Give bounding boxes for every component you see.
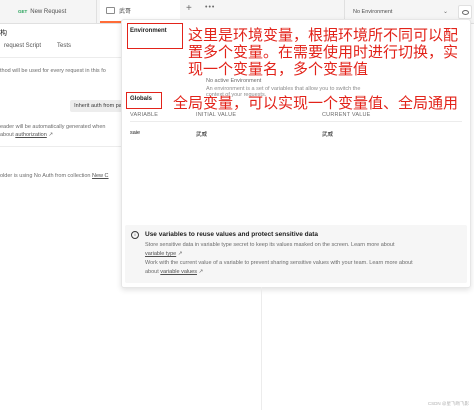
divider: [0, 57, 124, 58]
table-cell-current-value[interactable]: 武威: [322, 130, 333, 138]
panel-divider: [261, 287, 262, 410]
chevron-down-icon: ⌄: [442, 9, 448, 15]
tab-pre-request-script[interactable]: request Script: [4, 43, 41, 55]
auth-description: thod will be used for every request in t…: [0, 68, 106, 74]
divider: [0, 146, 124, 147]
tab-label: 武哥: [119, 9, 132, 15]
globals-highlight-box: [126, 92, 162, 109]
page-title: 构: [0, 30, 7, 37]
no-auth-note: older is using No Auth from collection N…: [0, 173, 109, 179]
request-method-badge: GET: [18, 9, 28, 14]
environment-highlight-box: [127, 23, 183, 49]
header-note: eader will be automatically generated wh…: [0, 124, 106, 130]
folder-icon: [106, 7, 115, 14]
column-header-initial-value: INITIAL VALUE: [196, 112, 237, 118]
authorization-note: about authorization ↗: [0, 132, 53, 138]
variables-info-banner: i Use variables to reuse values and prot…: [125, 225, 467, 283]
environment-quick-look-eye-icon[interactable]: [458, 5, 472, 19]
table-cell-initial-value[interactable]: 武威: [196, 130, 207, 138]
no-active-environment-text: No active Environment: [206, 78, 262, 84]
table-cell-variable[interactable]: saie: [130, 130, 140, 136]
info-link-row: variable type ↗: [145, 251, 182, 257]
environment-annotation: 这里是环境变量，根据环境所不同可以配 置多个变量。在需要使用时进行切换，实 现一…: [188, 27, 458, 77]
tab-new-request[interactable]: GET New Request: [12, 0, 97, 23]
info-text: Work with the current value of a variabl…: [145, 260, 413, 266]
table-divider: [130, 121, 462, 122]
variable-type-link[interactable]: variable type: [145, 251, 176, 257]
column-header-variable: VARIABLE: [130, 112, 159, 118]
annotation-line: 这里是环境变量，根据环境所不同可以配: [188, 26, 459, 44]
auth-type-label: Inherit auth from pa: [74, 103, 122, 109]
environment-selector-value: No Environment: [353, 8, 393, 15]
info-title: Use variables to reuse values and protec…: [145, 231, 319, 238]
annotation-line: 现一个变量名，多个变量值: [188, 59, 369, 78]
new-tab-button[interactable]: +: [186, 3, 192, 14]
info-text: Store sensitive data in variable type se…: [145, 242, 395, 248]
external-link-icon: ↗: [196, 269, 204, 275]
authorization-link[interactable]: authorization: [15, 132, 47, 138]
tab-label: New Request: [30, 8, 67, 15]
watermark: CSDN @星飞吻飞影: [427, 401, 469, 406]
variable-values-link[interactable]: variable values: [160, 269, 197, 275]
authorization-note-prefix: about: [0, 132, 16, 138]
info-link-prefix: about: [145, 269, 161, 275]
info-link-row: about variable values ↗: [145, 269, 203, 275]
globals-annotation: 全局变量，可以实现一个变量值、全局通用: [173, 94, 459, 112]
annotation-line: 置多个变量。在需要使用时进行切换，实: [188, 42, 459, 61]
tab-tests[interactable]: Tests: [57, 43, 71, 55]
auth-type-select[interactable]: Inherit auth from pa: [70, 100, 126, 112]
more-tabs-button[interactable]: •••: [205, 4, 215, 11]
info-icon: i: [131, 231, 139, 239]
column-header-current-value: CURRENT VALUE: [322, 112, 371, 118]
no-auth-note-prefix: older is using No Auth from collection: [0, 173, 93, 179]
collection-link[interactable]: New C: [92, 173, 109, 179]
external-link-icon: ↗: [176, 251, 183, 257]
external-link-icon: ↗: [46, 132, 53, 138]
request-subtabs: request Script Tests: [0, 43, 87, 55]
